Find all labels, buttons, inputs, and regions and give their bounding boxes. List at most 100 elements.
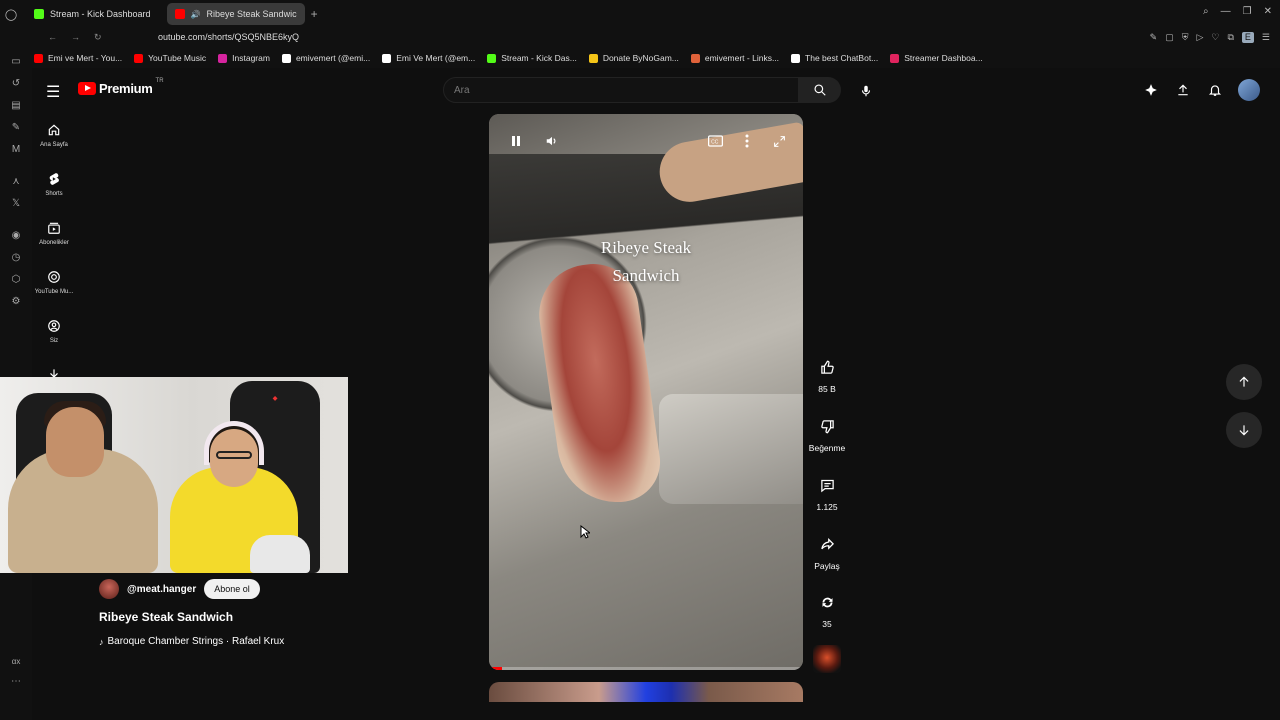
notifications-bell-icon[interactable] — [1206, 81, 1224, 99]
bookmarks-bar: Emi ve Mert - You... YouTube Music Instagr… — [0, 48, 1280, 68]
bookmark-label: Instagram — [232, 53, 270, 63]
back-icon[interactable]: ← — [48, 32, 57, 43]
bookmark-item[interactable]: Streamer Dashboa... — [890, 53, 983, 63]
reload-icon[interactable]: ↻ — [94, 32, 102, 43]
sidebar-item-label: Siz — [49, 338, 59, 344]
more-options-button[interactable] — [738, 132, 756, 150]
account-avatar[interactable] — [1238, 79, 1260, 101]
close-icon[interactable]: ✕ — [1264, 6, 1272, 17]
dislike-action[interactable]: Beğenme — [806, 411, 848, 453]
bookmark-favicon-icon — [690, 53, 700, 63]
video-overlay-title: Ribeye Steak Sandwich — [489, 234, 803, 290]
bookmark-item[interactable]: emivemert - Links... — [690, 53, 779, 63]
thumbs-up-icon — [820, 360, 834, 374]
previous-short-button[interactable] — [1226, 364, 1262, 400]
remix-action[interactable]: 35 — [806, 587, 848, 629]
kick-icon[interactable]: ⋏ — [10, 176, 22, 188]
sidebar-item-home[interactable]: Ana Sayfa — [32, 123, 76, 148]
sidebar-item-shorts[interactable]: Shorts — [32, 172, 76, 197]
volume-button[interactable] — [543, 132, 561, 150]
tab-label: Stream - Kick Dashboard — [50, 9, 151, 19]
ax-label[interactable]: αx — [10, 656, 22, 668]
sidebar-item-label: YouTube Mu... — [34, 289, 74, 295]
remix-button[interactable] — [812, 587, 842, 617]
next-short-preview[interactable] — [489, 682, 803, 702]
channel-avatar[interactable] — [99, 579, 119, 599]
share-action[interactable]: Paylaş — [806, 529, 848, 571]
extensions-icon[interactable]: ⧉ — [1227, 32, 1233, 43]
spotify-icon[interactable]: ◉ — [10, 230, 22, 242]
tab-kick-dashboard[interactable]: Stream - Kick Dashboard — [26, 3, 159, 25]
next-short-button[interactable] — [1226, 412, 1262, 448]
sidebar-item-subscriptions[interactable]: Abonelikler — [32, 221, 76, 246]
slicer-tray — [659, 394, 803, 504]
like-count: 85 B — [818, 384, 836, 394]
clock-icon[interactable]: ◷ — [10, 252, 22, 264]
minimize-icon[interactable]: — — [1221, 6, 1231, 17]
sidebar-item-youtube-music[interactable]: YouTube Mu... — [32, 270, 76, 295]
subscribe-button[interactable]: Abone ol — [204, 579, 260, 599]
browser-menu-icon[interactable]: ◯ — [0, 8, 22, 21]
bookmark-item[interactable]: emivemert (@emi... — [281, 53, 370, 63]
dislike-button[interactable] — [812, 411, 842, 441]
sidebar-item-you[interactable]: Siz — [32, 319, 76, 344]
settings-icon[interactable]: ⚙ — [10, 296, 22, 308]
bookmark-item[interactable]: Emi ve Mert - You... — [34, 53, 122, 63]
channel-name[interactable]: @meat.hanger — [127, 584, 196, 595]
notes-icon[interactable]: ✎ — [10, 122, 22, 134]
music-credit[interactable]: ♪ Baroque Chamber Strings · Rafael Krux — [99, 636, 459, 647]
bookmark-favicon-icon — [281, 53, 291, 63]
history-icon[interactable]: ↺ — [10, 78, 22, 90]
pause-icon — [512, 136, 520, 146]
pause-button[interactable] — [507, 132, 525, 150]
shield-icon[interactable]: ⛨ — [1182, 32, 1189, 43]
puzzle-icon[interactable]: ⬡ — [10, 274, 22, 286]
tab-ribeye-short[interactable]: 🔊 Ribeye Steak Sandwic — [166, 3, 305, 25]
new-tab-button[interactable]: + — [311, 7, 318, 21]
fullscreen-button[interactable] — [770, 132, 788, 150]
voice-search-button[interactable] — [854, 79, 878, 103]
x-icon[interactable]: 𝕏 — [10, 198, 22, 210]
bookmark-label: The best ChatBot... — [805, 53, 879, 63]
search-tabs-icon[interactable]: ⌕ — [1203, 6, 1209, 17]
m-icon[interactable]: M — [10, 144, 22, 156]
hamburger-menu-icon[interactable]: ☰ — [46, 82, 60, 102]
sound-thumbnail[interactable] — [813, 645, 841, 673]
restore-icon[interactable]: ❐ — [1243, 6, 1252, 17]
search-button[interactable] — [799, 77, 841, 103]
bookmark-favicon-icon — [34, 53, 43, 63]
more-icon[interactable]: ⋯ — [10, 676, 22, 688]
bookmark-item[interactable]: Donate ByNoGam... — [588, 53, 679, 63]
shorts-player[interactable]: Ribeye Steak Sandwich CC — [489, 114, 803, 670]
bookmark-favicon-icon — [134, 53, 144, 63]
url-field[interactable]: outube.com/shorts/QSQ5NBE6kyQ — [158, 32, 299, 42]
upload-icon[interactable] — [1174, 81, 1192, 99]
like-action[interactable]: 85 B — [806, 352, 848, 394]
pin-icon[interactable]: ✎ — [1150, 32, 1158, 43]
menu-icon[interactable]: ☰ — [1262, 32, 1270, 43]
tab-actions-icon[interactable]: ▭ — [10, 56, 22, 68]
bookmark-item[interactable]: YouTube Music — [134, 53, 206, 63]
play-icon[interactable]: ▷ — [1196, 32, 1203, 43]
collections-icon[interactable]: ▤ — [10, 100, 22, 112]
captions-button[interactable]: CC — [706, 132, 724, 150]
gemini-icon[interactable] — [1142, 81, 1160, 99]
bookmark-item[interactable]: The best ChatBot... — [791, 53, 878, 63]
bookmark-item[interactable]: Emi Ve Mert (@em... — [382, 53, 475, 63]
bookmark-item[interactable]: Instagram — [218, 53, 270, 63]
collection-icon[interactable]: ▢ — [1165, 32, 1174, 43]
comments-action[interactable]: 1.125 — [806, 470, 848, 512]
like-button[interactable] — [812, 352, 842, 382]
bookmark-item[interactable]: Stream - Kick Das... — [487, 53, 577, 63]
microphone-icon — [861, 85, 871, 97]
share-button[interactable] — [812, 529, 842, 559]
heart-icon[interactable]: ♡ — [1211, 32, 1219, 43]
progress-bar[interactable] — [489, 667, 803, 670]
forward-icon[interactable]: → — [71, 32, 80, 43]
comments-button[interactable] — [812, 470, 842, 500]
bookmark-favicon-icon — [588, 53, 598, 63]
youtube-premium-logo[interactable]: Premium TR — [78, 78, 164, 96]
profile-badge[interactable]: E — [1241, 31, 1254, 43]
header-actions — [1142, 79, 1260, 101]
search-input[interactable] — [444, 78, 798, 102]
